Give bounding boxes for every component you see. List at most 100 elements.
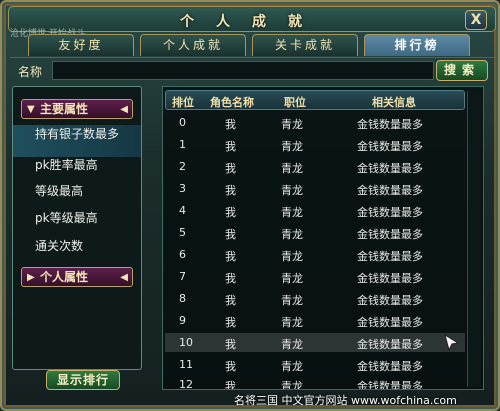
show-ranking-button[interactable]: 显示排行: [46, 370, 120, 390]
cell-rank: 8: [179, 292, 186, 305]
close-button[interactable]: X: [465, 10, 487, 30]
cell-name: 我: [225, 206, 236, 219]
cell-rank: 10: [179, 336, 193, 349]
table-row[interactable]: 1 我 青龙 金钱数量最多: [165, 135, 465, 154]
pointer-cursor-icon: [444, 334, 460, 352]
table-row-highlighted[interactable]: 10 我 青龙 金钱数量最多: [165, 333, 465, 352]
cell-job: 青龙: [281, 250, 303, 263]
tab-friendship[interactable]: 友好度: [28, 34, 134, 56]
attribute-sidebar: ▼ 主要属性 ◀ 持有银子数最多 pk胜率最高 等级最高 pk等级最高 通关次数…: [12, 86, 142, 370]
ranking-table: 排位 角色名称 职位 相关信息 0 我 青龙 金钱数量最多 1 我 青龙 金钱数…: [162, 86, 484, 390]
cell-job: 青龙: [281, 360, 303, 373]
cell-info: 金钱数量最多: [357, 316, 423, 329]
cell-name: 我: [225, 162, 236, 175]
cell-rank: 0: [179, 116, 186, 129]
cell-job: 青龙: [281, 316, 303, 329]
decor-arrow-icon: ◀: [120, 272, 128, 283]
cell-job: 青龙: [281, 118, 303, 131]
cell-job: 青龙: [281, 206, 303, 219]
attr-item-clear-count[interactable]: 通关次数: [13, 240, 141, 253]
expand-arrow-icon: ▼: [27, 104, 35, 115]
cell-job: 青龙: [281, 272, 303, 285]
tab-stage-achievement[interactable]: 关卡成就: [252, 34, 358, 56]
main-attributes-header[interactable]: ▼ 主要属性 ◀: [21, 99, 133, 119]
table-row[interactable]: 9 我 青龙 金钱数量最多: [165, 311, 465, 330]
cell-name: 我: [225, 118, 236, 131]
cell-job: 青龙: [281, 140, 303, 153]
cell-rank: 11: [179, 358, 193, 371]
cell-name: 我: [225, 272, 236, 285]
cell-name: 我: [225, 360, 236, 373]
main-attributes-label: 主要属性: [40, 102, 89, 116]
cell-job: 青龙: [281, 338, 303, 351]
cell-name: 我: [225, 140, 236, 153]
cell-info: 金钱数量最多: [357, 118, 423, 131]
tab-leaderboard[interactable]: 排行榜: [364, 34, 470, 56]
site-watermark: 名将三国 中文官方网站 www.wofchina.com: [234, 394, 457, 407]
header-info: 相关信息: [372, 96, 416, 109]
cell-rank: 6: [179, 248, 186, 261]
table-row[interactable]: 4 我 青龙 金钱数量最多: [165, 201, 465, 220]
cell-name: 我: [225, 250, 236, 263]
cell-job: 青龙: [281, 294, 303, 307]
personal-attributes-header[interactable]: ▶ 个人属性 ◀: [21, 267, 133, 287]
cell-rank: 3: [179, 182, 186, 195]
tab-bar: 友好度 个人成就 关卡成就 排行榜: [28, 34, 476, 56]
name-label: 名称: [18, 65, 43, 79]
personal-attributes-label: 个人属性: [40, 270, 89, 284]
attr-item-pk-win-rate[interactable]: pk胜率最高: [13, 159, 141, 172]
table-row[interactable]: 8 我 青龙 金钱数量最多: [165, 289, 465, 308]
cell-rank: 4: [179, 204, 186, 217]
table-row[interactable]: 6 我 青龙 金钱数量最多: [165, 245, 465, 264]
tab-personal-achievement[interactable]: 个人成就: [140, 34, 246, 56]
cell-name: 我: [225, 294, 236, 307]
cell-name: 我: [225, 184, 236, 197]
table-row[interactable]: 0 我 青龙 金钱数量最多: [165, 113, 465, 132]
cell-info: 金钱数量最多: [357, 294, 423, 307]
cell-info: 金钱数量最多: [357, 228, 423, 241]
search-button[interactable]: 搜索: [436, 60, 488, 81]
cell-job: 青龙: [281, 228, 303, 241]
header-job: 职位: [284, 96, 306, 109]
attr-item-most-silver[interactable]: 持有银子数最多: [13, 125, 141, 157]
table-row[interactable]: 12 我 青龙 金钱数量最多: [165, 375, 465, 390]
cell-info: 金钱数量最多: [357, 360, 423, 373]
cell-job: 青龙: [281, 380, 303, 390]
cell-rank: 12: [179, 378, 193, 390]
ranking-window: 个人成就 X 沧化博世 开始战斗 友好度 个人成就 关卡成就 排行榜 名称 搜索…: [0, 0, 500, 411]
cell-rank: 2: [179, 160, 186, 173]
cell-job: 青龙: [281, 162, 303, 175]
cell-name: 我: [225, 380, 236, 390]
cell-info: 金钱数量最多: [357, 338, 423, 351]
cell-info: 金钱数量最多: [357, 206, 423, 219]
cell-name: 我: [225, 338, 236, 351]
cell-rank: 7: [179, 270, 186, 283]
cell-rank: 9: [179, 314, 186, 327]
cell-info: 金钱数量最多: [357, 380, 423, 390]
cell-name: 我: [225, 228, 236, 241]
cell-info: 金钱数量最多: [357, 162, 423, 175]
table-row[interactable]: 2 我 青龙 金钱数量最多: [165, 157, 465, 176]
decor-arrow-icon: ◀: [120, 104, 128, 115]
name-search-bar: 名称 搜索: [10, 57, 494, 82]
table-row[interactable]: 5 我 青龙 金钱数量最多: [165, 223, 465, 242]
table-header: 排位 角色名称 职位 相关信息: [165, 90, 465, 110]
cell-rank: 5: [179, 226, 186, 239]
cell-info: 金钱数量最多: [357, 250, 423, 263]
table-row[interactable]: 7 我 青龙 金钱数量最多: [165, 267, 465, 286]
close-icon: X: [470, 12, 482, 28]
cell-rank: 1: [179, 138, 186, 151]
header-name: 角色名称: [210, 96, 254, 109]
cell-job: 青龙: [281, 184, 303, 197]
collapse-arrow-icon: ▶: [27, 272, 35, 283]
table-row[interactable]: 3 我 青龙 金钱数量最多: [165, 179, 465, 198]
header-rank: 排位: [172, 96, 194, 109]
name-search-input[interactable]: [52, 61, 434, 80]
attr-item-highest-level[interactable]: 等级最高: [13, 185, 141, 198]
cell-name: 我: [225, 316, 236, 329]
table-scrollbar[interactable]: [467, 91, 481, 387]
attr-item-pk-level[interactable]: pk等级最高: [13, 212, 141, 225]
cell-info: 金钱数量最多: [357, 184, 423, 197]
window-title: 个人成就: [180, 14, 324, 30]
table-row[interactable]: 11 我 青龙 金钱数量最多: [165, 355, 465, 374]
